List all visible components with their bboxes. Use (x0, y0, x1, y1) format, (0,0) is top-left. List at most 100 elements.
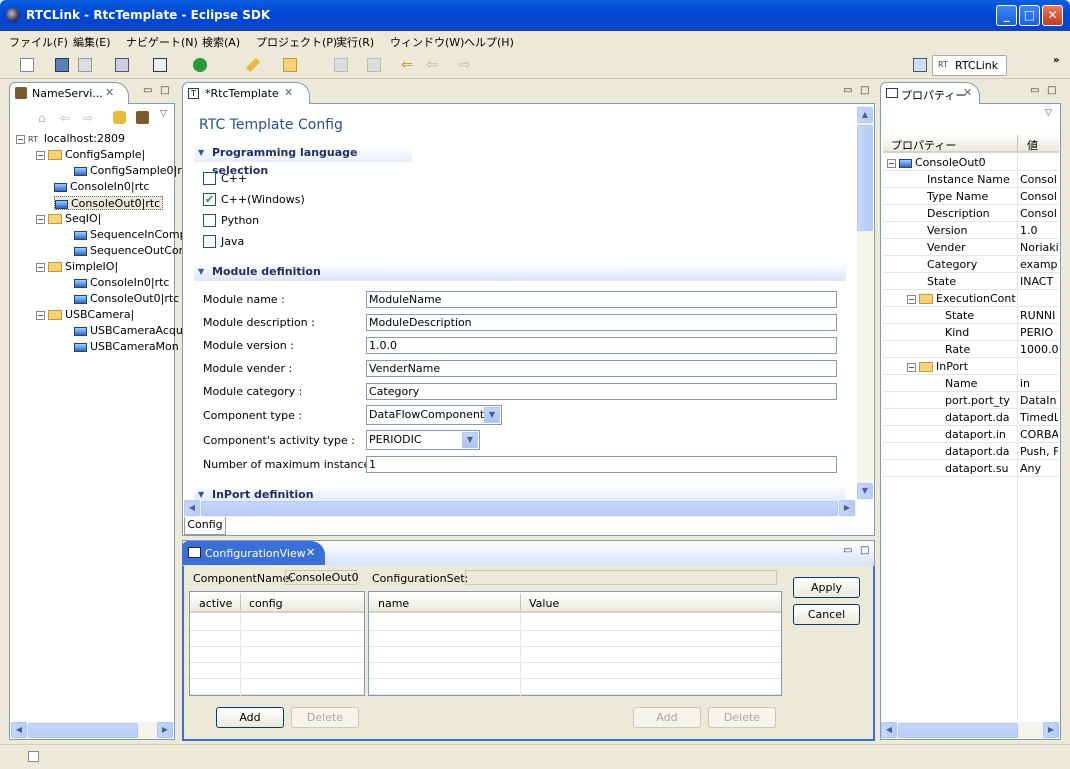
scroll-thumb[interactable] (898, 723, 1018, 738)
run-icon[interactable] (193, 58, 207, 72)
configuration-set-field[interactable] (465, 570, 777, 585)
fast-view-icon[interactable] (28, 751, 39, 762)
col-config[interactable]: config (249, 597, 283, 610)
collapse-icon[interactable]: − (887, 158, 896, 168)
checkbox-python[interactable] (203, 214, 216, 227)
property-group[interactable]: − InPort (907, 358, 1017, 375)
col-value[interactable]: 値 (1027, 137, 1038, 153)
add-configset-button[interactable]: Add (216, 707, 284, 728)
tree-item[interactable]: ConsoleIn0|rtc (74, 276, 169, 290)
scroll-left-icon[interactable]: ◀ (881, 722, 897, 738)
maximize-icon[interactable]: □ (860, 85, 869, 96)
back-icon[interactable]: ⇦ (60, 111, 70, 125)
next-annotation-icon[interactable] (334, 58, 348, 72)
close-icon[interactable]: ✕ (105, 86, 114, 99)
config-set-table[interactable]: active config (189, 591, 365, 696)
minimize-icon[interactable]: ▭ (143, 85, 152, 96)
tree-root[interactable]: − RT localhost:2809 (16, 132, 125, 146)
menu-search[interactable]: 検索(A) (202, 34, 240, 50)
back-icon[interactable]: ⇦ (426, 58, 440, 72)
last-edit-icon[interactable]: ⇐ (401, 58, 415, 72)
tree-item[interactable]: ConfigSample0|r (74, 164, 182, 178)
tab-configurationview[interactable]: ConfigurationView ✕ (182, 541, 325, 565)
new-icon[interactable] (20, 58, 34, 72)
tab-rtctemplate[interactable]: T *RtcTemplate ✕ (182, 82, 310, 104)
scroll-left-icon[interactable]: ◀ (184, 500, 200, 516)
menu-edit[interactable]: 編集(E) (73, 34, 111, 50)
menu-run[interactable]: 実行(R) (336, 34, 374, 50)
menu-file[interactable]: ファイル(F) (9, 34, 68, 50)
minimize-button[interactable]: _ (996, 5, 1017, 26)
scroll-thumb[interactable] (28, 723, 138, 738)
col-name[interactable]: name (378, 597, 409, 610)
maximize-icon[interactable]: □ (1047, 85, 1056, 96)
chevron-down-icon[interactable]: ▼ (462, 432, 478, 448)
menu-window[interactable]: ウィンドウ(W) (390, 34, 464, 50)
module-category-field[interactable]: Category (366, 383, 837, 400)
tree-item[interactable]: SequenceInComp (74, 228, 187, 242)
max-instance-field[interactable]: 1 (366, 456, 837, 473)
save-icon[interactable] (55, 58, 69, 72)
tree-item[interactable]: − SeqIO| (36, 212, 101, 226)
close-button[interactable]: ✕ (1042, 5, 1063, 26)
activity-type-select[interactable]: PERIODIC ▼ (366, 430, 480, 450)
open-folder-icon[interactable] (283, 58, 297, 72)
collapse-icon[interactable]: − (16, 134, 25, 144)
properties-horizontal-scrollbar[interactable]: ◀ ▶ (881, 722, 1060, 739)
property-name[interactable]: Category (927, 256, 1017, 273)
property-group[interactable]: − ExecutionCont (907, 290, 1017, 307)
prev-annotation-icon[interactable] (367, 58, 381, 72)
maximize-button[interactable]: □ (1019, 5, 1040, 26)
tree-item[interactable]: ConsoleIn0|rtc (54, 180, 149, 194)
scroll-right-icon[interactable]: ▶ (157, 722, 173, 738)
editor-vertical-scrollbar[interactable]: ▲ ▼ (857, 107, 873, 499)
close-icon[interactable]: ✕ (306, 546, 315, 559)
scroll-up-icon[interactable]: ▲ (857, 107, 873, 123)
home-icon[interactable]: ⌂ (38, 111, 51, 125)
scroll-left-icon[interactable]: ◀ (11, 722, 27, 738)
tree-item[interactable]: USBCameraAcqu (74, 324, 183, 338)
minimize-icon[interactable]: ▭ (843, 545, 852, 556)
add-nameservice-icon[interactable] (136, 111, 149, 124)
perspective-rtclink[interactable]: RT RTCLink (932, 55, 1007, 76)
col-value[interactable]: Value (529, 597, 559, 610)
template-icon[interactable] (153, 58, 167, 72)
col-active[interactable]: active (199, 597, 232, 610)
checkbox-cpp-windows[interactable]: ✔ (203, 193, 216, 206)
tab-config[interactable]: Config (184, 517, 226, 535)
property-name[interactable]: Version (927, 222, 1017, 239)
close-icon[interactable]: ✕ (963, 86, 972, 99)
add-param-button[interactable]: Add (633, 707, 701, 728)
property-name[interactable]: dataport.in (945, 426, 1017, 443)
view-menu-icon[interactable]: ▽ (1045, 108, 1052, 118)
collapse-icon[interactable]: − (36, 150, 45, 160)
property-name[interactable]: Type Name (927, 188, 1017, 205)
property-name[interactable]: dataport.su (945, 460, 1017, 477)
forward-icon[interactable]: ⇨ (83, 111, 93, 125)
property-name[interactable]: Kind (945, 324, 1017, 341)
cancel-button[interactable]: Cancel (793, 604, 860, 625)
collapse-icon[interactable]: − (907, 362, 916, 372)
menu-navigate[interactable]: ナビゲート(N) (126, 34, 198, 50)
section-language[interactable]: Programming language selection (194, 144, 412, 177)
scroll-right-icon[interactable]: ▶ (1043, 722, 1059, 738)
scroll-down-icon[interactable]: ▼ (857, 483, 873, 499)
property-name[interactable]: Rate (945, 341, 1017, 358)
checkbox-cpp[interactable] (203, 172, 216, 185)
menu-project[interactable]: プロジェクト(P) (256, 34, 337, 50)
property-name[interactable]: Description (927, 205, 1017, 222)
module-description-field[interactable]: ModuleDescription (366, 314, 837, 331)
horizontal-scrollbar[interactable]: ◀ ▶ (10, 722, 174, 739)
collapse-icon[interactable]: − (36, 262, 45, 272)
minimize-icon[interactable]: ▭ (843, 85, 852, 96)
property-group[interactable]: − ConsoleOut0 (887, 154, 1017, 171)
perspective-overflow-icon[interactable]: » (1053, 55, 1059, 66)
tab-nameservice[interactable]: NameServi... ✕ (9, 82, 129, 104)
menu-help[interactable]: ヘルプ(H) (464, 34, 514, 50)
apply-button[interactable]: Apply (793, 577, 860, 598)
collapse-icon[interactable]: − (36, 214, 45, 224)
tree-item-selected[interactable]: ConsoleOut0|rtc (54, 196, 164, 210)
config-params-table[interactable]: name Value (368, 591, 782, 696)
property-name[interactable]: port.port_ty (945, 392, 1017, 409)
marker-icon[interactable] (245, 57, 261, 73)
